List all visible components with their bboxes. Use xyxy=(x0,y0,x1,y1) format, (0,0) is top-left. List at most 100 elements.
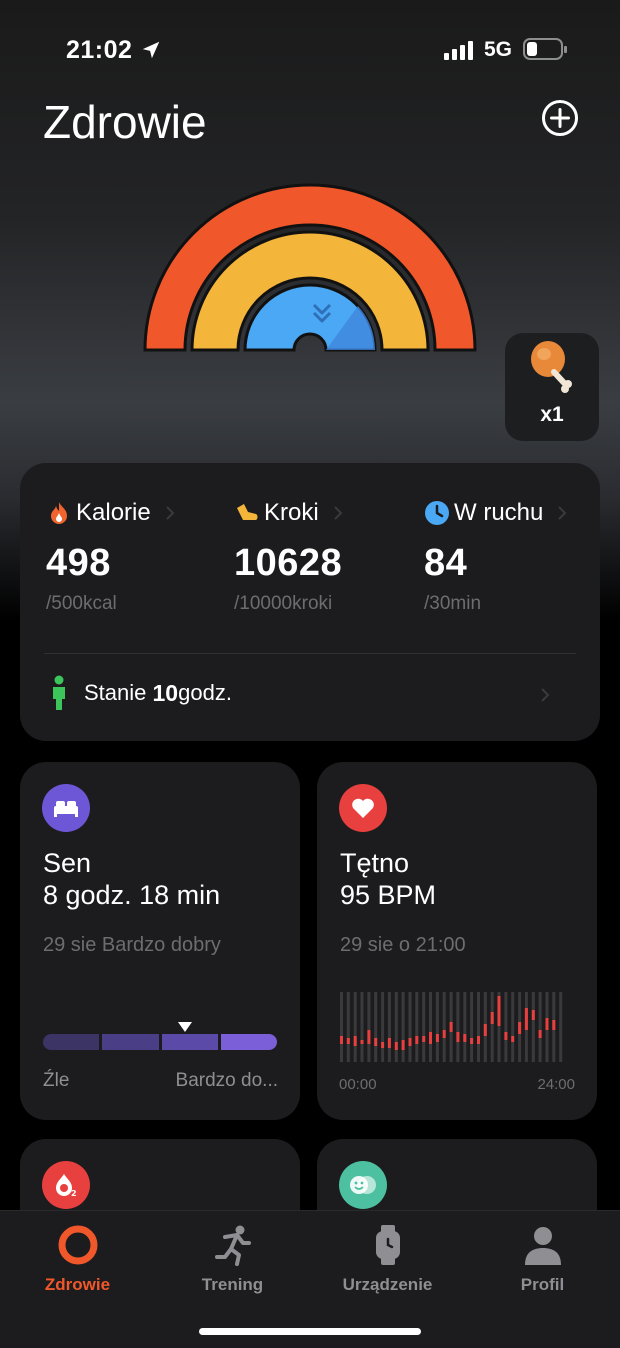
chart-column xyxy=(442,992,446,1062)
chart-column xyxy=(538,992,542,1062)
add-icon[interactable] xyxy=(541,99,579,137)
activity-rings[interactable] xyxy=(140,180,480,370)
sleep-title: Sen xyxy=(43,848,92,878)
chevron-right-icon xyxy=(333,506,343,520)
chart-column xyxy=(346,992,350,1062)
heart-rate-mark xyxy=(353,1036,357,1046)
tab-device[interactable]: Urządzenie xyxy=(310,1223,465,1295)
bed-icon xyxy=(42,784,90,832)
heart-rate-mark xyxy=(346,1038,350,1044)
shoe-icon xyxy=(237,504,258,520)
stand-unit: godz. xyxy=(178,680,232,705)
signal-icon xyxy=(444,40,473,60)
status-time: 21:02 xyxy=(66,36,133,64)
status-bar: 21:02 5G xyxy=(0,0,620,100)
metric-value: 84 xyxy=(424,542,468,584)
person-icon xyxy=(524,1227,561,1265)
sleep-detail: 29 sie Bardzo dobry xyxy=(43,934,221,956)
chart-column xyxy=(422,992,426,1062)
heart-rate-mark xyxy=(381,1042,385,1048)
heart-rate-mark xyxy=(442,1030,446,1038)
chart-column xyxy=(387,992,391,1062)
metric-goal: /10000kroki xyxy=(234,593,333,614)
chart-axis-start: 00:00 xyxy=(339,1076,377,1093)
heart-rate-mark xyxy=(531,1010,535,1020)
metric-steps[interactable]: Kroki 10628 /10000kroki xyxy=(234,499,343,615)
metric-calories[interactable]: Kalorie 498 /500kcal xyxy=(46,499,175,615)
chevron-right-icon xyxy=(541,688,550,702)
activity-card[interactable]: Kalorie 498 /500kcal Kroki 10628 /10000k… xyxy=(20,463,600,741)
chart-column xyxy=(504,992,508,1062)
tab-label: Zdrowie xyxy=(44,1275,111,1294)
chart-column xyxy=(394,992,398,1062)
chart-column xyxy=(340,992,343,1062)
heart-rate-chart xyxy=(340,992,563,1062)
sleep-scale-low: Źle xyxy=(43,1070,70,1091)
drumstick-icon xyxy=(531,341,572,393)
heart-rate-mark xyxy=(552,1020,556,1030)
heart-rate-mark xyxy=(470,1038,474,1044)
metric-goal: /30min xyxy=(424,593,482,614)
heart-rate-mark xyxy=(394,1042,398,1050)
chart-column xyxy=(429,992,432,1062)
svg-text:2: 2 xyxy=(71,1189,77,1198)
sleep-value: 8 godz. 18 min xyxy=(43,880,221,910)
watch-icon xyxy=(375,1225,400,1265)
sleep-card[interactable]: Sen 8 godz. 18 min 29 sie Bardzo dobry Ź… xyxy=(20,762,300,1120)
chart-column xyxy=(531,992,535,1062)
chart-column xyxy=(401,992,405,1062)
metric-value: 10628 xyxy=(234,542,343,584)
chart-column xyxy=(463,992,467,1062)
heart-rate-mark xyxy=(374,1038,378,1046)
clock-icon xyxy=(425,501,449,525)
chart-column xyxy=(511,992,515,1062)
ring-icon xyxy=(58,1225,97,1265)
sleep-quality-bar xyxy=(43,1034,277,1050)
heart-rate-mark xyxy=(545,1018,549,1030)
sleep-segment xyxy=(220,1034,277,1050)
runner-icon xyxy=(214,1225,251,1266)
chart-column xyxy=(435,992,439,1062)
heart-rate-card[interactable]: Tętno 95 BPM 29 sie o 21:00 00:00 24:00 xyxy=(317,762,597,1120)
blood-oxygen-icon: 2 xyxy=(42,1161,90,1209)
heart-rate-mark xyxy=(538,1030,542,1038)
sleep-segment xyxy=(161,1034,218,1050)
tab-health[interactable]: Zdrowie xyxy=(0,1223,155,1295)
metric-label: Kroki xyxy=(264,499,319,526)
tab-training[interactable]: Trening xyxy=(155,1223,310,1295)
chart-column xyxy=(477,992,480,1062)
sleep-level-marker xyxy=(178,1022,192,1032)
battery-icon xyxy=(523,38,567,60)
chart-axis-end: 24:00 xyxy=(537,1076,575,1093)
network-label: 5G xyxy=(484,38,513,61)
food-badge[interactable]: x1 xyxy=(505,333,599,441)
tab-label: Trening xyxy=(201,1275,264,1294)
metric-label: W ruchu xyxy=(454,499,544,526)
food-count: x1 xyxy=(540,403,564,426)
metric-goal: /500kcal xyxy=(46,593,117,614)
heart-rate-mark xyxy=(524,1008,528,1030)
chart-column xyxy=(490,992,494,1062)
heart-value: 95 BPM xyxy=(340,880,437,910)
heart-rate-mark xyxy=(360,1040,364,1044)
sleep-segment xyxy=(43,1034,100,1050)
heart-rate-mark xyxy=(463,1034,467,1042)
heart-rate-mark xyxy=(518,1022,522,1034)
tab-label: Urządzenie xyxy=(342,1275,433,1294)
flame-icon xyxy=(51,502,67,524)
heart-rate-mark xyxy=(456,1032,460,1042)
heart-rate-mark xyxy=(367,1030,371,1044)
tab-label: Profil xyxy=(520,1275,565,1294)
page-title: Zdrowie xyxy=(43,96,207,148)
metric-move[interactable]: W ruchu 84 /30min xyxy=(424,499,567,615)
chart-column xyxy=(381,992,385,1062)
heart-title: Tętno xyxy=(340,848,410,878)
heart-rate-mark xyxy=(429,1032,432,1044)
chevron-right-icon xyxy=(558,506,567,520)
stand-row[interactable]: Stanie 10 godz. xyxy=(48,675,232,711)
sleep-segment xyxy=(102,1034,159,1050)
divider xyxy=(44,653,576,654)
sleep-scale-high: Bardzo do... xyxy=(175,1070,278,1091)
heart-detail: 29 sie o 21:00 xyxy=(340,934,466,956)
tab-profile[interactable]: Profil xyxy=(465,1223,620,1295)
